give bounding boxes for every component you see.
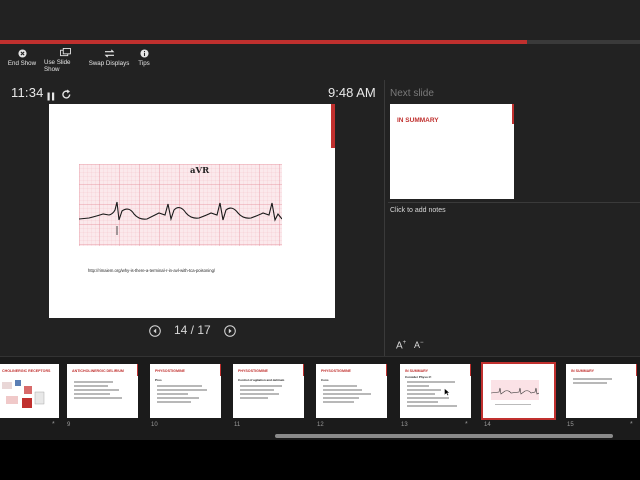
- thumbnail-title: IN SUMMARY: [571, 369, 595, 373]
- slide-thumbnail-14[interactable]: [481, 362, 556, 420]
- elapsed-timer: 11:34: [11, 85, 44, 100]
- thumbnail-number: 11: [234, 422, 241, 428]
- thumbnail-number: 10: [151, 422, 158, 428]
- decrease-font-button[interactable]: A−: [414, 340, 424, 350]
- swap-displays-button[interactable]: Swap Displays: [86, 48, 132, 72]
- slide-thumbnail-12[interactable]: PHYSOSTIGMINE Cons: [316, 364, 387, 418]
- animation-star-icon: *: [52, 421, 55, 428]
- thumbnail-title: PHYSOSTIGMINE: [155, 369, 185, 373]
- slide-accent-bar: [302, 364, 304, 376]
- thumbnail-subtitle: Consider Physo if:: [405, 375, 432, 379]
- slide-accent-bar: [635, 364, 637, 376]
- previous-slide-button[interactable]: [149, 324, 161, 342]
- tips-button[interactable]: Tips: [132, 48, 156, 72]
- slide-show-icon: [59, 48, 71, 57]
- tips-label: Tips: [138, 60, 150, 67]
- increase-font-button[interactable]: A+: [396, 340, 406, 351]
- thumbnail-number: 13: [401, 422, 408, 428]
- filmstrip-scrollbar-thumb[interactable]: [275, 434, 613, 438]
- thumbnail-subtitle: Pros: [155, 378, 162, 382]
- pane-divider: [384, 80, 385, 360]
- bottom-letterbox: [0, 440, 640, 480]
- slide-thumbnail-9[interactable]: ANTICHOLINERGIC DELIRIUM: [67, 364, 138, 418]
- thumbnail-title: PHYSOSTIGMINE: [321, 369, 351, 373]
- thumbnail-title: CHOLINERGIC RECEPTORS: [2, 369, 51, 373]
- increase-font-label: A: [396, 340, 403, 352]
- ekg-lead-label: aVR: [190, 166, 210, 176]
- thumbnail-subtitle: Control of agitation and delirium: [238, 378, 285, 382]
- next-slide-label: Next slide: [390, 88, 434, 99]
- slide-counter: 14 / 17: [174, 323, 211, 337]
- thumbnail-number: 9: [67, 422, 71, 428]
- next-slide-button[interactable]: [224, 324, 236, 342]
- slide-accent-bar: [136, 364, 138, 376]
- thumbnail-number: 14: [484, 422, 491, 428]
- next-slide-preview[interactable]: IN SUMMARY: [390, 104, 514, 199]
- thumbnail-title: ANTICHOLINERGIC DELIRIUM: [72, 369, 124, 373]
- slide-thumbnail-13[interactable]: IN SUMMARY Consider Physo if:: [400, 364, 471, 418]
- slide-thumbnail-10[interactable]: PHYSOSTIGMINE Pros: [150, 364, 221, 418]
- swap-displays-icon: [104, 48, 115, 58]
- cursor-arrow-icon: [444, 388, 450, 396]
- slide-accent-bar: [512, 104, 514, 124]
- receptor-diagram-image: [2, 380, 45, 408]
- slide-thumbnail-11[interactable]: PHYSOSTIGMINE Control of agitation and d…: [233, 364, 304, 418]
- thumbnail-text-lines: [240, 385, 296, 401]
- info-icon: [139, 48, 149, 58]
- ekg-thumbnail-image: [491, 380, 539, 400]
- slide-accent-bar: [219, 364, 221, 376]
- thumbnail-text-lines: [157, 385, 213, 405]
- thumbnail-number: 12: [317, 422, 324, 428]
- current-slide-preview: aVR http://rimaiem.org/why-is-there-a-te…: [49, 104, 335, 318]
- notes-divider: [388, 202, 640, 203]
- use-slide-show-label: Use Slide Show: [44, 59, 71, 73]
- thumbnail-number: 15: [567, 422, 574, 428]
- slide-accent-bar: [385, 364, 387, 376]
- animation-star-icon: *: [630, 421, 633, 428]
- swap-displays-label: Swap Displays: [88, 60, 130, 67]
- presenter-view: End Show Use Slide Show Swap Displays Ti…: [0, 0, 640, 480]
- end-show-icon: [17, 48, 27, 58]
- thumbnail-text-lines: [407, 381, 463, 409]
- thumbnail-title: PHYSOSTIGMINE: [238, 369, 268, 373]
- thumbnail-title: IN SUMMARY: [405, 369, 429, 373]
- slide-thumbnail-8[interactable]: CHOLINERGIC RECEPTORS: [0, 364, 59, 418]
- thumbnail-subtitle: Cons: [321, 378, 329, 382]
- ekg-strip-image: aVR: [79, 164, 282, 246]
- slideshow-progress-fill: [0, 40, 528, 44]
- thumbnail-text-lines: [74, 381, 130, 401]
- use-slide-show-button[interactable]: Use Slide Show: [44, 48, 86, 73]
- current-time: 9:48 AM: [328, 85, 376, 100]
- slide-thumbnail-15[interactable]: IN SUMMARY: [566, 364, 637, 418]
- slide-source-url[interactable]: http://rimaiem.org/why-is-there-a-termin…: [88, 268, 215, 273]
- reset-timer-icon[interactable]: [61, 87, 72, 105]
- thumbnail-text-lines: [573, 378, 629, 386]
- thumbnail-text-lines: [323, 385, 379, 405]
- animation-star-icon: *: [465, 421, 468, 428]
- end-show-label: End Show: [7, 60, 37, 67]
- speaker-notes-area[interactable]: Click to add notes: [390, 207, 446, 214]
- presenter-toolbar: End Show Use Slide Show Swap Displays Ti…: [0, 48, 156, 73]
- thumbnail-url-line: [495, 404, 531, 405]
- next-slide-title: IN SUMMARY: [397, 117, 439, 124]
- slide-accent-bar: [331, 104, 335, 148]
- slide-accent-bar: [469, 364, 471, 376]
- slideshow-progress-bar: [0, 40, 640, 44]
- end-show-button[interactable]: End Show: [0, 48, 44, 72]
